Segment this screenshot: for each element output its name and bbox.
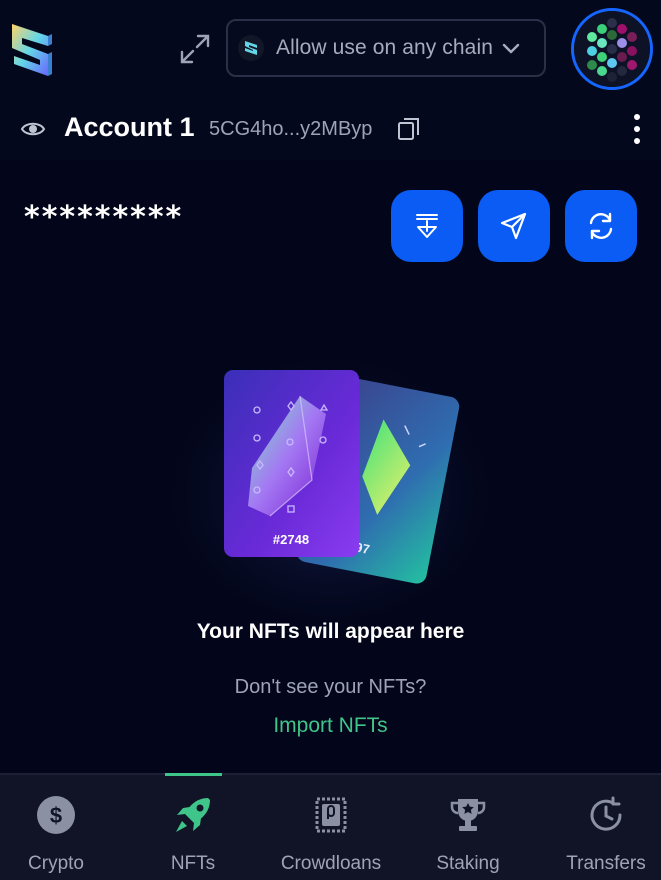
chain-selector-label: Allow use on any chain (276, 36, 493, 59)
header: Allow use on any chain Account 1 5CG4ho.… (0, 0, 661, 160)
nft-card-front-number: #2748 (273, 532, 309, 547)
subwallet-logo-icon[interactable] (8, 18, 54, 82)
account-address: 5CG4ho...y2MByp (209, 118, 373, 140)
tab-transfers[interactable]: Transfers (558, 775, 654, 880)
send-button[interactable] (478, 190, 550, 262)
nft-cards-illustration: #2797 #2748 (165, 340, 495, 620)
identicon-icon (574, 11, 650, 87)
chain-selector[interactable]: Allow use on any chain (226, 19, 546, 77)
rocket-icon (171, 793, 215, 837)
expand-icon[interactable] (178, 32, 212, 66)
tab-label-crypto: Crypto (28, 853, 84, 874)
account-row: Account 1 5CG4ho...y2MByp (0, 100, 661, 158)
tab-nfts[interactable]: NFTs (150, 775, 236, 880)
send-icon (500, 212, 527, 240)
empty-state-title: Your NFTs will appear here (196, 620, 465, 643)
import-nfts-link[interactable]: Import NFTs (0, 714, 661, 738)
trophy-icon (446, 793, 490, 837)
balance-masked: ********* (24, 200, 184, 235)
swap-icon (589, 212, 613, 240)
receive-icon (416, 214, 438, 238)
swap-button[interactable] (565, 190, 637, 262)
tab-staking[interactable]: Staking (426, 775, 510, 880)
account-avatar[interactable] (571, 8, 653, 90)
receive-button[interactable] (391, 190, 463, 262)
empty-state-subtitle: Don't see your NFTs? (234, 676, 427, 698)
more-vertical-icon[interactable] (626, 112, 648, 146)
tab-label-transfers: Transfers (566, 853, 646, 874)
history-icon (584, 793, 628, 837)
eye-icon[interactable] (20, 116, 46, 142)
dollar-icon: $ (34, 793, 78, 837)
account-name[interactable]: Account 1 (64, 112, 195, 143)
tab-crypto[interactable]: $ Crypto (14, 775, 98, 880)
chevron-down-icon (502, 43, 520, 54)
tab-label-crowdloans: Crowdloans (280, 853, 382, 874)
copy-icon[interactable] (396, 116, 422, 142)
tab-label-staking: Staking (436, 853, 500, 874)
svg-text:$: $ (50, 803, 62, 828)
bottom-tab-bar: $ Crypto NFTs Crowdloans Staking Transfe… (0, 773, 661, 880)
chain-logo-icon (238, 35, 264, 61)
tab-label-nfts: NFTs (170, 853, 216, 874)
tab-crowdloans[interactable]: Crowdloans (271, 775, 391, 880)
crowdloan-icon (309, 793, 353, 837)
